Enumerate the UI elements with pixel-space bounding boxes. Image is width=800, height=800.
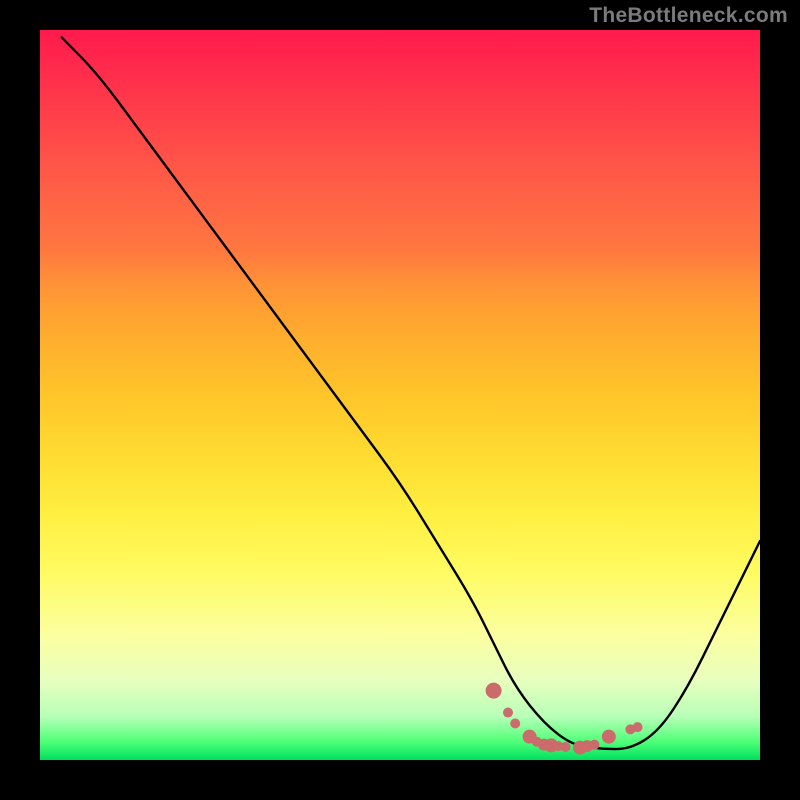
highlight-marker [486, 683, 502, 699]
plot-area [40, 30, 760, 760]
highlight-marker [589, 740, 599, 750]
highlight-marker [602, 730, 616, 744]
highlight-marker [561, 742, 571, 752]
watermark-text: TheBottleneck.com [589, 4, 788, 28]
highlight-marker [510, 719, 520, 729]
highlight-marker [633, 722, 643, 732]
chart-svg [40, 30, 760, 760]
highlight-marker [503, 708, 513, 718]
chart-container: TheBottleneck.com [0, 0, 800, 800]
chart-line [62, 37, 760, 749]
